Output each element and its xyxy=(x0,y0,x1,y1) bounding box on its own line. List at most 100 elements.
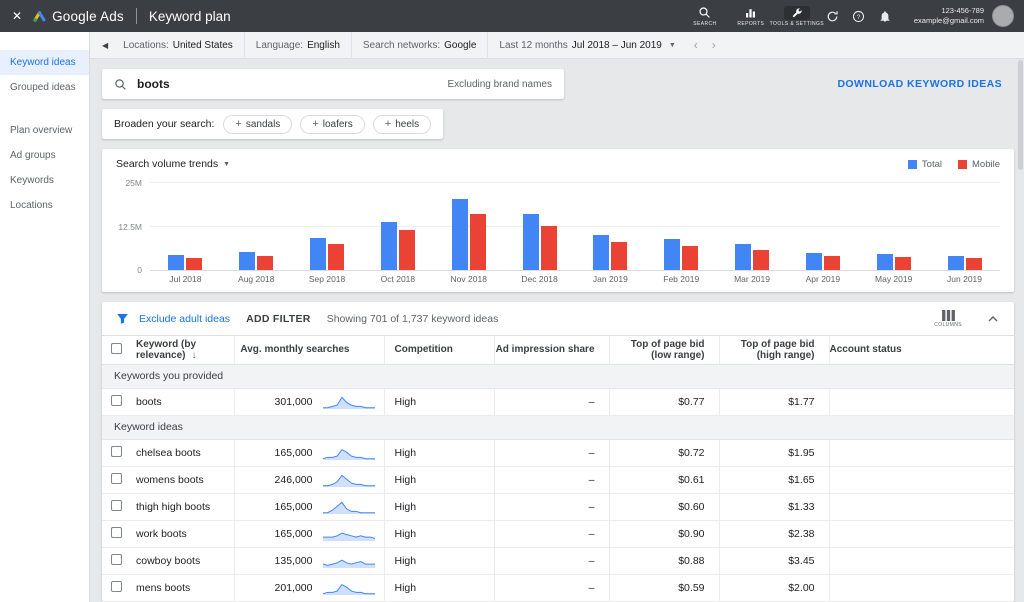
broaden-label: Broaden your search: xyxy=(114,118,215,130)
broaden-chips: + sandals + loafers + heels xyxy=(223,114,432,134)
legend-swatch xyxy=(907,159,917,169)
google-ads-logo[interactable]: Google Ads xyxy=(32,9,124,24)
chart-group-aug-2018: Aug 2018 xyxy=(221,182,292,284)
avatar[interactable] xyxy=(992,5,1014,27)
exclude-adult-ideas-link[interactable]: Exclude adult ideas xyxy=(139,313,230,325)
setting-language[interactable]: Language: English xyxy=(243,31,351,59)
row-checkbox[interactable] xyxy=(111,499,122,511)
scrollbar[interactable] xyxy=(1017,60,1024,600)
chart-x-label: Aug 2018 xyxy=(238,274,275,284)
column-header-account-status[interactable]: Account status xyxy=(829,336,1014,365)
column-header-keyword-by-relevance[interactable]: Keyword (by relevance) ↓ xyxy=(132,336,235,365)
bar-total-jul-2018 xyxy=(168,254,185,270)
topbar-search-button[interactable]: SEARCH xyxy=(682,0,728,32)
sparkline xyxy=(322,445,376,461)
keyword-cell: work boots xyxy=(132,520,235,548)
chart-group-may-2019: May 2019 xyxy=(858,182,929,284)
sidebar-item-plan-overview[interactable]: Plan overview xyxy=(0,118,89,143)
help-button[interactable]: ? xyxy=(846,10,872,23)
competition-cell: High xyxy=(384,466,495,494)
sparkline xyxy=(322,553,376,569)
row-checkbox[interactable] xyxy=(111,394,122,406)
column-header-ad-impression-share[interactable]: Ad impression share xyxy=(494,336,610,365)
bar-mobile-nov-2018 xyxy=(469,214,486,270)
table-row-mens-boots: mens boots 201,000 High – $0.59 $2.00 xyxy=(102,574,1014,602)
setting-locations[interactable]: Locations: United States xyxy=(112,32,244,59)
ad-impression-share-cell: – xyxy=(494,493,610,521)
chart-group-jun-2019: Jun 2019 xyxy=(929,182,1000,284)
bar-total-apr-2019 xyxy=(805,252,822,270)
filter-icon xyxy=(116,312,129,325)
broaden-chip-heels[interactable]: + heels xyxy=(372,114,432,134)
select-all-checkbox[interactable] xyxy=(111,342,122,354)
keyword-search-input[interactable]: boots Excluding brand names xyxy=(102,69,564,99)
top-of-page-bid-low-cell: $0.59 xyxy=(609,574,720,602)
date-next-icon[interactable]: › xyxy=(705,38,723,52)
sidebar-item-keywords[interactable]: Keywords xyxy=(0,168,89,193)
broaden-chip-loafers[interactable]: + loafers xyxy=(300,114,365,134)
setting-search-networks[interactable]: Search networks: Google xyxy=(350,31,488,59)
row-checkbox[interactable] xyxy=(111,445,122,457)
account-status-cell xyxy=(829,520,1014,548)
svg-text:?: ? xyxy=(857,13,861,20)
section-label: Keywords you provided xyxy=(102,364,1014,389)
bar-pair xyxy=(310,182,345,270)
row-checkbox[interactable] xyxy=(111,472,122,484)
columns-button[interactable]: COLUMNS xyxy=(934,309,962,328)
chart-group-apr-2019: Apr 2019 xyxy=(787,182,858,284)
chart-group-feb-2019: Feb 2019 xyxy=(646,182,717,284)
row-checkbox[interactable] xyxy=(111,526,122,538)
avg-monthly-searches-cell: 301,000 xyxy=(234,388,385,416)
sidebar-item-grouped-ideas[interactable]: Grouped ideas xyxy=(0,75,89,100)
legend-swatch xyxy=(958,159,967,169)
scrollbar-thumb[interactable] xyxy=(1018,60,1023,170)
top-of-page-bid-low-cell: $0.90 xyxy=(609,520,720,548)
chip-label: heels xyxy=(395,118,420,130)
setting-label: Locations: xyxy=(123,39,169,51)
topbar-tools-settings-button[interactable]: TOOLS & SETTINGS xyxy=(770,0,824,32)
column-header-top-of-page-bid-low-range[interactable]: Top of page bid (low range) xyxy=(609,336,720,365)
column-header-avg-monthly-searches[interactable]: Avg. monthly searches xyxy=(234,336,385,365)
chip-label: sandals xyxy=(245,118,281,130)
topbar-reports-button[interactable]: REPORTS xyxy=(728,0,774,32)
sidebar-item-locations[interactable]: Locations xyxy=(0,193,89,218)
row-checkbox[interactable] xyxy=(111,580,122,592)
top-of-page-bid-high-cell: $1.65 xyxy=(719,466,830,494)
bar-pair xyxy=(451,182,486,270)
column-header-competition[interactable]: Competition xyxy=(384,336,495,365)
refresh-button[interactable] xyxy=(820,10,846,23)
search-icon xyxy=(698,6,711,20)
bar-pair xyxy=(239,182,274,270)
column-header-top-of-page-bid-high-range[interactable]: Top of page bid (high range) xyxy=(719,336,830,365)
bar-pair xyxy=(593,182,628,270)
chart-x-label: May 2019 xyxy=(875,274,913,284)
sidebar-item-keyword-ideas[interactable]: Keyword ideas xyxy=(0,50,89,75)
broaden-chip-sandals[interactable]: + sandals xyxy=(223,114,293,134)
bar-mobile-feb-2019 xyxy=(682,246,699,270)
y-tick-label: 0 xyxy=(137,265,142,275)
setting-value: Google xyxy=(444,39,477,51)
add-filter-button[interactable]: ADD FILTER xyxy=(246,313,311,325)
bar-pair xyxy=(522,182,557,270)
download-keyword-ideas-link[interactable]: DOWNLOAD KEYWORD IDEAS xyxy=(837,78,1002,90)
top-of-page-bid-low-cell: $0.60 xyxy=(609,493,720,521)
avg-monthly-searches-cell: 165,000 xyxy=(234,520,385,548)
chevron-left-icon[interactable]: ◀ xyxy=(102,41,108,50)
close-icon[interactable]: ✕ xyxy=(12,9,22,23)
bar-total-dec-2018 xyxy=(522,213,539,270)
chip-label: loafers xyxy=(322,118,353,130)
row-checkbox[interactable] xyxy=(111,553,122,565)
chart-type-dropdown[interactable]: Search volume trends ▼ xyxy=(116,158,230,170)
search-query: boots xyxy=(137,77,170,91)
keyword-cell: chelsea boots xyxy=(132,439,235,467)
setting-last-12-months[interactable]: Last 12 months Jul 2018 – Jun 2019 ▼ xyxy=(487,31,686,59)
sidebar-item-ad-groups[interactable]: Ad groups xyxy=(0,143,89,168)
collapse-table-button[interactable] xyxy=(978,315,1000,322)
notifications-button[interactable] xyxy=(872,10,898,23)
top-of-page-bid-high-cell: $2.38 xyxy=(719,520,830,548)
bar-pair xyxy=(380,182,415,270)
top-of-page-bid-low-cell: $0.72 xyxy=(609,439,720,467)
date-prev-icon[interactable]: ‹ xyxy=(687,38,705,52)
top-of-page-bid-high-cell: $1.77 xyxy=(719,388,830,416)
bar-pair xyxy=(876,182,911,270)
